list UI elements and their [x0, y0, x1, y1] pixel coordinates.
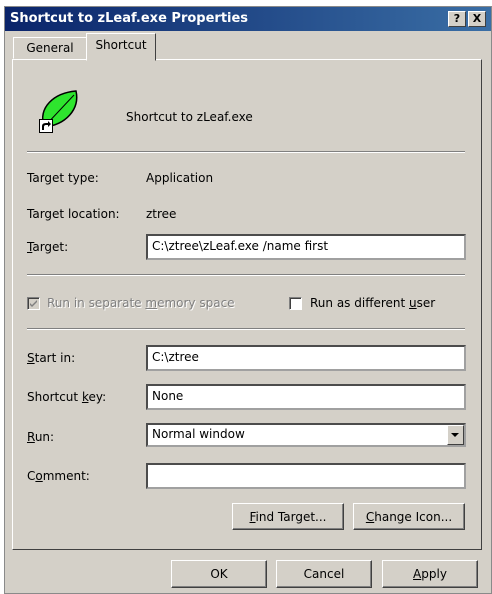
target-location-label: Target location: — [27, 207, 120, 221]
comment-label: Comment: — [27, 469, 90, 483]
shortcut-arrow-icon — [39, 119, 53, 133]
shortcut-panel: Shortcut to zLeaf.exe Target type: Appli… — [12, 59, 482, 550]
title-bar[interactable]: Shortcut to zLeaf.exe Properties ? X — [5, 7, 491, 31]
properties-window: Shortcut to zLeaf.exe Properties ? X Gen… — [4, 6, 492, 594]
cancel-button[interactable]: Cancel — [276, 560, 372, 588]
run-label: Run: — [27, 430, 55, 444]
target-type-label: Target type: — [27, 171, 99, 185]
target-label: Target: — [27, 240, 69, 254]
help-button[interactable]: ? — [448, 11, 466, 27]
shortcut-key-input[interactable]: None — [146, 384, 466, 410]
run-separate-checkbox[interactable] — [27, 297, 40, 310]
target-location-value: ztree — [146, 207, 177, 221]
comment-input[interactable] — [146, 463, 466, 489]
target-type-value: Application — [146, 171, 214, 185]
ok-label: OK — [210, 567, 228, 581]
separator — [27, 151, 465, 153]
tab-shortcut[interactable]: Shortcut — [86, 33, 156, 61]
window-title: Shortcut to zLeaf.exe Properties — [10, 11, 249, 26]
close-button[interactable]: X — [468, 11, 486, 27]
find-target-button[interactable]: Find Target... — [232, 503, 344, 530]
apply-label: Apply — [413, 567, 447, 581]
run-as-different-user-label: Run as different user — [310, 296, 436, 310]
shortcut-name: Shortcut to zLeaf.exe — [126, 110, 253, 124]
start-in-input[interactable]: C:\ztree — [146, 345, 466, 371]
change-icon-button[interactable]: Change Icon... — [353, 503, 465, 530]
shortcut-key-label: Shortcut key: — [27, 390, 107, 404]
dropdown-button[interactable] — [447, 425, 464, 445]
run-select[interactable]: Normal window — [146, 423, 466, 447]
cancel-label: Cancel — [303, 567, 345, 581]
run-separate-label: Run in separate memory space — [47, 296, 235, 310]
separator — [27, 328, 465, 330]
run-as-different-user-checkbox[interactable] — [289, 297, 302, 310]
apply-button[interactable]: Apply — [382, 560, 478, 588]
checkmark-icon — [30, 300, 37, 307]
tab-shortcut-label: Shortcut — [95, 38, 147, 52]
find-target-label: Find Target... — [249, 509, 327, 524]
tab-general-label: General — [26, 41, 74, 55]
dropdown-arrow-icon — [451, 433, 459, 437]
target-input[interactable]: C:\ztree\zLeaf.exe /name first — [146, 234, 466, 260]
start-in-label: Start in: — [27, 351, 76, 365]
run-select-value: Normal window — [152, 427, 245, 441]
tab-general[interactable]: General — [13, 37, 87, 59]
separator — [27, 274, 465, 276]
ok-button[interactable]: OK — [171, 560, 267, 588]
change-icon-label: Change Icon... — [365, 509, 453, 524]
